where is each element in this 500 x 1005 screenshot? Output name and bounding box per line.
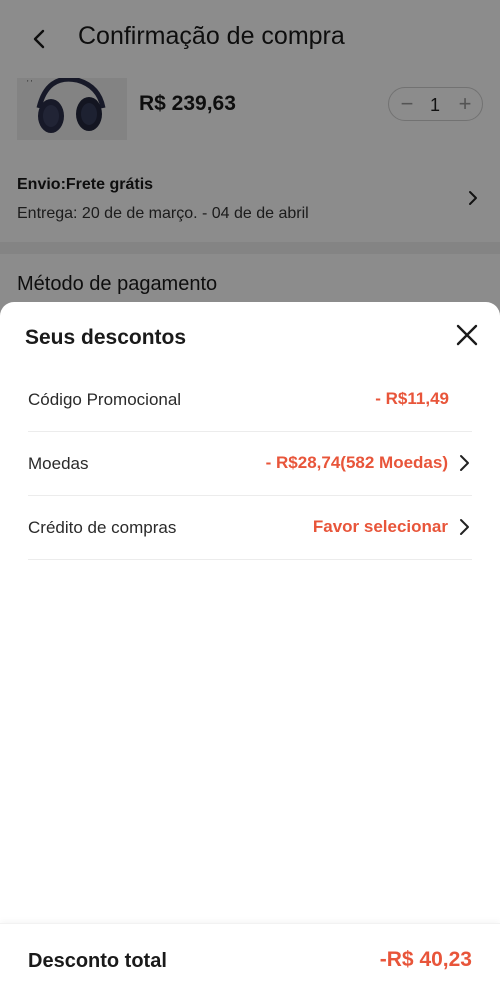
discounts-sheet: Seus descontos Código Promocional - R$11…	[0, 302, 500, 1005]
discount-row-coins[interactable]: Moedas - R$28,74(582 Moedas)	[28, 432, 472, 496]
discount-value: - R$28,74(582 Moedas)	[265, 453, 448, 472]
total-discount-value: -R$ 40,23	[379, 948, 472, 971]
chevron-right-icon	[456, 452, 472, 474]
total-discount-label: Desconto total	[28, 950, 167, 972]
discount-row-store-credit[interactable]: Crédito de compras Favor selecionar	[28, 496, 472, 560]
chevron-right-icon	[456, 516, 472, 538]
discount-value: - R$11,49	[375, 389, 449, 408]
discount-label: Moedas	[28, 454, 89, 473]
close-icon[interactable]	[452, 320, 482, 350]
total-discount-bar: Desconto total -R$ 40,23	[0, 923, 500, 1005]
sheet-title: Seus descontos	[25, 326, 187, 349]
discount-label: Código Promocional	[28, 390, 182, 409]
discount-row-promo-code[interactable]: Código Promocional - R$11,49	[28, 368, 472, 432]
discount-label: Crédito de compras	[28, 518, 177, 537]
discount-value: Favor selecionar	[312, 517, 448, 536]
